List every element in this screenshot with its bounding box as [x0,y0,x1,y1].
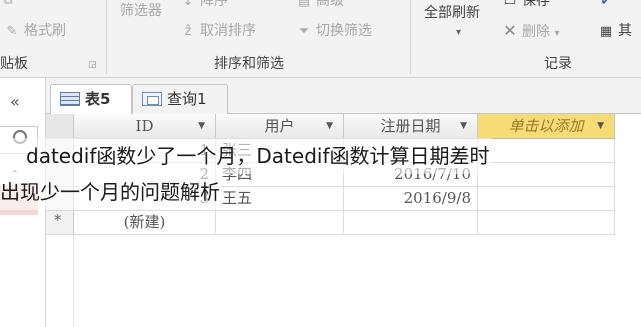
query-icon [142,92,162,106]
spelling-check-icon: ✔ [600,0,612,9]
delete-dropdown-icon: ▾ [554,28,560,39]
dropdown-arrow-icon[interactable]: ▼ [326,114,333,138]
column-header-user[interactable]: 用户 ▼ [216,114,344,139]
advanced-label: 高级 [316,0,344,9]
advanced-filter-button[interactable]: ▤ 高级 [296,0,344,11]
sort-filter-group-label: 排序和筛选 [214,56,284,72]
format-painter-label: 格式刷 [24,23,66,39]
column-header-label: ID [135,117,154,135]
tab-label: 表5 [85,90,111,108]
caption-line-2: 出现少一个月的问题解析 [0,174,222,210]
column-header-label: 注册日期 [380,117,441,135]
toggle-filter-button[interactable]: ⏷ 切换筛选 [296,22,372,41]
new-record-cell[interactable] [344,211,478,235]
dialog-launcher-icon[interactable]: ◲ [88,60,97,70]
ribbon: ⧉ ✎ 格式刷 贴板 ◲ 筛选器 ↓ 降序 ẑ 取消排序 ▤ 高级 ⏷ 切换筛选 排序和筛… [0,0,641,78]
document-tabs: 表5 查询1 [46,78,641,115]
column-header-register-date[interactable]: 注册日期 ▼ [344,114,478,139]
new-record-cell[interactable] [478,211,615,235]
clear-sort-icon: ẑ [184,24,192,39]
sort-descending-icon: ↓ [182,0,194,9]
refresh-dropdown-icon[interactable]: ▾ [456,24,461,42]
delete-label: 删除 [522,24,550,40]
clipboard-group-label: 贴板 [0,56,28,72]
refresh-all-label: 全部刷新 [424,5,480,21]
select-all-corner[interactable] [46,114,74,139]
advanced-filter-icon: ▤ [297,0,311,9]
records-group-label: 记录 [544,56,572,72]
column-header-id[interactable]: ID ▼ [74,114,216,139]
toggle-filter-label: 切换筛选 [316,23,372,39]
spelling-button[interactable]: ✔ [598,0,618,11]
grid-icon: ▦ [599,24,613,39]
clear-sort-label: 取消排序 [200,23,256,39]
column-header-label: 用户 [264,117,295,135]
overlay-caption: datedif函数少了一个月，Datedif函数计算日期差时 出现少一个月的问题… [0,138,641,210]
save-label: 保存 [522,0,550,9]
column-header-add-field[interactable]: 单击以添加 ▼ [478,114,615,139]
new-row-selector[interactable]: * [46,211,74,235]
save-icon: ▭ [503,0,517,9]
save-button[interactable]: ▭ 保存 [502,0,550,11]
more-button[interactable]: ▦ 其 [598,22,632,41]
new-record-cell[interactable]: (新建) [74,211,216,235]
caption-line-1: datedif函数少了一个月，Datedif函数计算日期差时 [0,138,492,174]
descending-button[interactable]: ↓ 降序 [180,0,228,11]
tab-query1[interactable]: 查询1 [132,84,228,114]
descending-label: 降序 [200,0,228,9]
copy-icon: ⧉ [3,0,13,8]
format-painter-icon: ✎ [6,24,18,39]
format-painter-button[interactable]: ✎ 格式刷 [4,22,66,41]
ribbon-separator [410,0,411,74]
delete-button[interactable]: ✕ 删除 ▾ [502,22,559,43]
copy-button[interactable]: ⧉ [0,0,20,10]
clear-sort-button[interactable]: ẑ 取消排序 [180,22,256,41]
dropdown-arrow-icon[interactable]: ▼ [460,114,467,138]
tab-label: 查询1 [167,90,207,108]
more-label: 其 [618,23,632,39]
dropdown-arrow-icon[interactable]: ▼ [198,114,205,138]
selector-column-blank [46,235,74,327]
new-record-cell[interactable] [216,211,344,235]
filter-label: 筛选器 [120,3,162,19]
new-record-icon: * [54,211,62,229]
refresh-all-button[interactable]: 全部刷新 [424,4,480,22]
tab-table5[interactable]: 表5 [50,84,132,115]
dropdown-arrow-icon[interactable]: ▼ [597,114,604,138]
ribbon-separator [106,0,107,74]
filter-button[interactable]: 筛选器 [120,2,162,20]
column-header-label: 单击以添加 [508,117,584,135]
delete-icon: ✕ [503,21,517,40]
toggle-filter-icon: ⏷ [298,24,310,39]
collapse-pane-icon[interactable]: « [10,92,20,111]
table-icon [60,92,80,106]
